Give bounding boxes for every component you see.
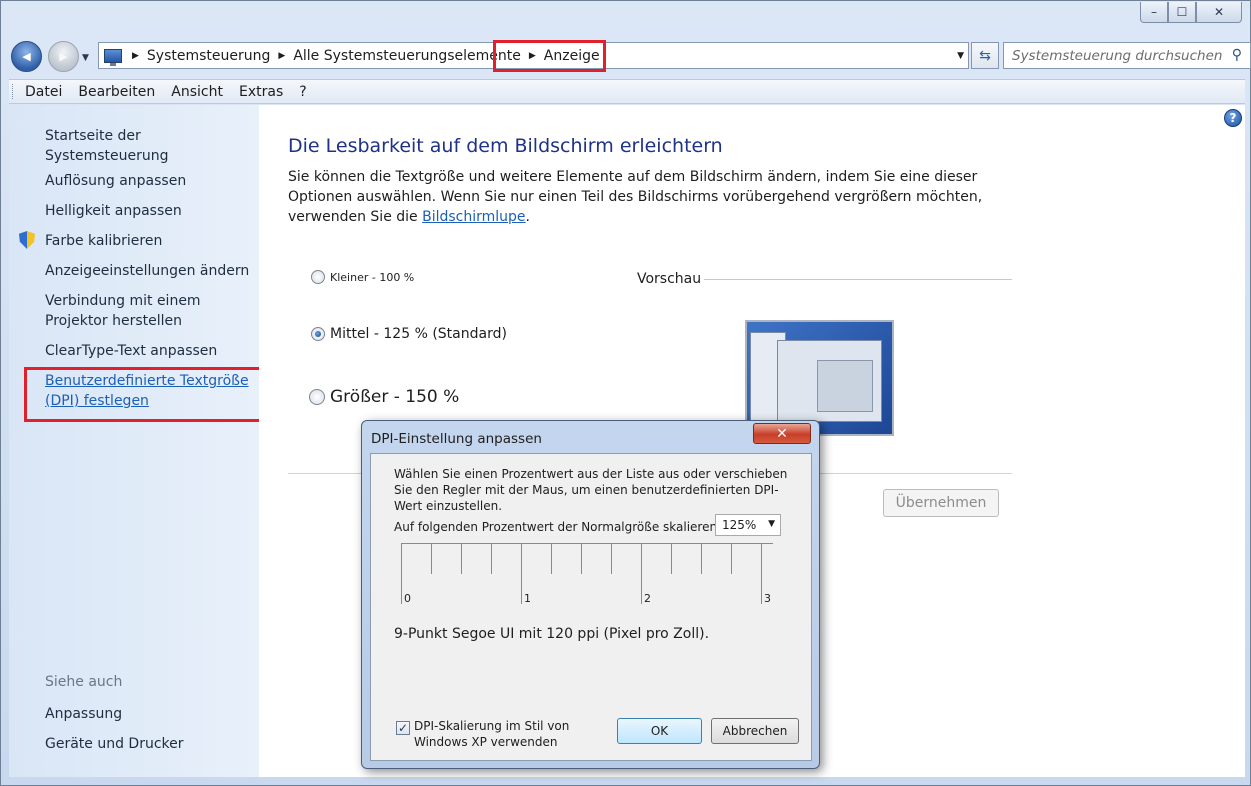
menu-bar: Datei Bearbeiten Ansicht Extras ?	[9, 79, 1245, 104]
ruler-tick-major	[521, 544, 522, 604]
sidebar-item-aufloesung[interactable]: Auflösung anpassen	[45, 171, 186, 191]
option-large-label: Größer - 150 %	[330, 387, 460, 407]
radio-large[interactable]	[309, 389, 325, 405]
dialog-body: Wählen Sie einen Prozentwert aus der Lis…	[370, 453, 812, 761]
help-icon[interactable]: ?	[1224, 109, 1242, 127]
ruler-number-2: 2	[644, 592, 651, 605]
ruler-tick-major	[641, 544, 642, 604]
ruler-tick	[461, 544, 462, 574]
dialog-close-button[interactable]: ✕	[753, 423, 811, 444]
breadcrumb-alle-elemente[interactable]: Alle Systemsteuerungselemente	[293, 48, 521, 64]
menu-extras[interactable]: Extras	[239, 84, 283, 100]
ruler-tick	[491, 544, 492, 574]
preview-divider	[704, 279, 1012, 280]
description-text: Sie können die Textgröße und weitere Ele…	[288, 169, 983, 225]
see-also-heading: Siehe auch	[45, 674, 123, 690]
sidebar-item-farbe[interactable]: Farbe kalibrieren	[45, 231, 162, 251]
apply-button[interactable]: Übernehmen	[883, 489, 999, 517]
caption-buttons: – ☐ ✕	[1140, 2, 1242, 23]
sidebar-home-link[interactable]: Startseite der Systemsteuerung	[45, 126, 259, 166]
page-title: Die Lesbarkeit auf dem Bildschirm erleic…	[288, 135, 723, 157]
shield-icon	[19, 231, 35, 249]
sidebar-item-anpassung[interactable]: Anpassung	[45, 704, 122, 724]
xp-scaling-checkbox[interactable]: ✓	[396, 721, 410, 735]
sidebar-item-projektor[interactable]: Verbindung mit einem Projektor herstelle…	[45, 291, 215, 331]
xp-scaling-checkbox-row[interactable]: ✓ DPI-Skalierung im Stil von Windows XP …	[396, 718, 574, 750]
ruler-tick	[671, 544, 672, 574]
menu-datei[interactable]: Datei	[25, 84, 62, 100]
forward-button[interactable]: ▶	[48, 41, 79, 72]
description-end: .	[525, 209, 530, 225]
radio-medium[interactable]	[311, 327, 325, 341]
back-arrow-icon: ◀	[22, 50, 31, 63]
sidebar-item-geraete[interactable]: Geräte und Drucker	[45, 734, 184, 754]
search-icon[interactable]: ⚲	[1232, 47, 1242, 63]
ruler-tick	[551, 544, 552, 574]
dpi-info-text: 9-Punkt Segoe UI mit 120 ppi (Pixel pro …	[394, 626, 710, 642]
ruler-tick	[731, 544, 732, 574]
task-sidebar: Startseite der Systemsteuerung Auflösung…	[9, 105, 259, 777]
sidebar-item-helligkeit[interactable]: Helligkeit anpassen	[45, 201, 182, 221]
recent-pages-dropdown-icon[interactable]: ▼	[82, 53, 89, 63]
address-dropdown-icon[interactable]: ▼	[957, 51, 964, 61]
control-panel-window: – ☐ ✕ ◀ ▶ ▼ ▶ Systemsteuerung ▶ Alle Sys…	[0, 0, 1251, 786]
preview-image	[745, 320, 894, 436]
menu-grip	[12, 84, 15, 99]
dpi-dialog: DPI-Einstellung anpassen ✕ Wählen Sie ei…	[361, 420, 820, 769]
refresh-button[interactable]: ⇆	[971, 42, 999, 69]
maximize-button[interactable]: ☐	[1168, 2, 1196, 23]
radio-small[interactable]	[311, 270, 325, 284]
refresh-icon: ⇆	[979, 47, 991, 64]
ruler-tick	[701, 544, 702, 574]
menu-bearbeiten[interactable]: Bearbeiten	[78, 84, 155, 100]
close-icon: ✕	[776, 425, 788, 442]
option-medium[interactable]: Mittel - 125 % (Standard)	[311, 326, 507, 342]
page-description: Sie können die Textgröße und weitere Ele…	[288, 167, 1023, 227]
control-panel-icon	[104, 48, 122, 66]
option-medium-label: Mittel - 125 % (Standard)	[330, 326, 507, 342]
sidebar-item-cleartype[interactable]: ClearType-Text anpassen	[45, 341, 217, 361]
menu-help[interactable]: ?	[299, 84, 306, 100]
breadcrumb-separator-icon[interactable]: ▶	[278, 51, 285, 61]
preview-window-3	[817, 360, 873, 412]
option-small-label: Kleiner - 100 %	[330, 270, 415, 284]
ruler-number-0: 0	[404, 592, 411, 605]
breadcrumb-separator-icon[interactable]: ▶	[132, 51, 139, 61]
ruler-tick	[611, 544, 612, 574]
forward-arrow-icon: ▶	[59, 50, 68, 63]
highlight-box-breadcrumb	[493, 40, 606, 72]
search-input[interactable]: Systemsteuerung durchsuchen ⚲	[1003, 42, 1251, 69]
back-button[interactable]: ◀	[11, 41, 42, 72]
ruler-top-line[interactable]	[401, 543, 773, 544]
dialog-title: DPI-Einstellung anpassen	[371, 431, 542, 447]
xp-scaling-label: DPI-Skalierung im Stil von Windows XP ve…	[414, 719, 570, 749]
scale-select[interactable]: 125% ▼	[715, 514, 781, 536]
sidebar-item-anzeigeeinstellungen[interactable]: Anzeigeeinstellungen ändern	[45, 261, 249, 281]
scale-label: Auf folgenden Prozentwert der Normalgröß…	[394, 520, 722, 534]
cancel-button[interactable]: Abbrechen	[711, 718, 799, 744]
ruler-tick	[581, 544, 582, 574]
preview-label: Vorschau	[637, 271, 702, 287]
ruler-tick-major	[761, 544, 762, 604]
option-small[interactable]: Kleiner - 100 %	[311, 270, 414, 284]
navigation-bar: ◀ ▶ ▼ ▶ Systemsteuerung ▶ Alle Systemste…	[9, 39, 1251, 73]
minimize-button[interactable]: –	[1140, 2, 1168, 23]
highlight-box-dpi-link	[24, 367, 266, 422]
option-large[interactable]: Größer - 150 %	[309, 387, 459, 407]
chevron-down-icon: ▼	[768, 519, 775, 529]
ruler-number-1: 1	[524, 592, 531, 605]
scale-select-value: 125%	[722, 518, 757, 532]
magnifier-link[interactable]: Bildschirmlupe	[422, 209, 525, 225]
search-placeholder: Systemsteuerung durchsuchen	[1012, 47, 1223, 64]
ruler-left-edge	[401, 544, 402, 604]
menu-ansicht[interactable]: Ansicht	[171, 84, 223, 100]
ruler-tick	[431, 544, 432, 574]
dialog-instructions: Wählen Sie einen Prozentwert aus der Lis…	[394, 467, 788, 513]
ruler-number-3: 3	[764, 592, 771, 605]
ok-button[interactable]: OK	[617, 718, 702, 744]
breadcrumb-systemsteuerung[interactable]: Systemsteuerung	[147, 48, 270, 64]
close-button[interactable]: ✕	[1196, 2, 1242, 23]
